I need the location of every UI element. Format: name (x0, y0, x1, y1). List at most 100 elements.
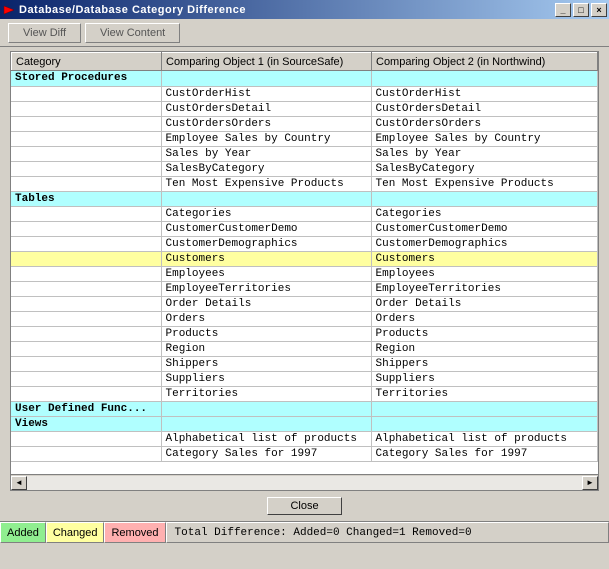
table-row[interactable]: CustomerDemographicsCustomerDemographics (11, 236, 598, 251)
cell-obj1: Region (161, 341, 371, 356)
cell-obj2 (371, 416, 598, 431)
cell-category (11, 86, 161, 101)
table-row[interactable]: CustomerCustomerDemoCustomerCustomerDemo (11, 221, 598, 236)
cell-obj1: Orders (161, 311, 371, 326)
cell-category (11, 101, 161, 116)
cell-obj2: Ten Most Expensive Products (371, 176, 598, 191)
cell-category (11, 206, 161, 221)
cell-category (11, 116, 161, 131)
table-row[interactable]: Alphabetical list of productsAlphabetica… (11, 431, 598, 446)
cell-category (11, 371, 161, 386)
cell-obj1: CustOrderHist (161, 86, 371, 101)
table-row[interactable]: Employee Sales by CountryEmployee Sales … (11, 131, 598, 146)
cell-obj1: Employees (161, 266, 371, 281)
cell-obj2: Category Sales for 1997 (371, 446, 598, 461)
cell-obj2: Orders (371, 311, 598, 326)
cell-obj2: Employees (371, 266, 598, 281)
close-window-button[interactable]: × (591, 3, 607, 17)
table-row[interactable]: Ten Most Expensive ProductsTen Most Expe… (11, 176, 598, 191)
table-row[interactable]: Views (11, 416, 598, 431)
table-row[interactable]: OrdersOrders (11, 311, 598, 326)
table-row[interactable]: RegionRegion (11, 341, 598, 356)
cell-obj2: CustomerDemographics (371, 236, 598, 251)
cell-category (11, 446, 161, 461)
table-header-row: Category Comparing Object 1 (in SourceSa… (12, 53, 598, 71)
cell-obj2: SalesByCategory (371, 161, 598, 176)
view-content-button[interactable]: View Content (85, 23, 180, 43)
table-row[interactable]: ProductsProducts (11, 326, 598, 341)
col-obj2[interactable]: Comparing Object 2 (in Northwind) (372, 53, 598, 71)
cell-obj1: CustOrdersDetail (161, 101, 371, 116)
horizontal-scrollbar[interactable]: ◄ ► (11, 474, 598, 490)
view-diff-button[interactable]: View Diff (8, 23, 81, 43)
cell-obj2: Region (371, 341, 598, 356)
table-row[interactable]: Sales by YearSales by Year (11, 146, 598, 161)
cell-obj2: Shippers (371, 356, 598, 371)
scroll-track[interactable] (27, 476, 582, 490)
cell-obj2: CustOrderHist (371, 86, 598, 101)
table-row[interactable]: CustOrdersDetailCustOrdersDetail (11, 101, 598, 116)
cell-category: Tables (11, 191, 161, 206)
cell-obj1: Employee Sales by Country (161, 131, 371, 146)
table-row[interactable]: CustOrdersOrdersCustOrdersOrders (11, 116, 598, 131)
cell-obj1: CustOrdersOrders (161, 116, 371, 131)
window-title: Database/Database Category Difference (19, 4, 553, 16)
maximize-button[interactable]: □ (573, 3, 589, 17)
legend-changed: Changed (46, 522, 105, 543)
cell-obj2 (371, 191, 598, 206)
col-category[interactable]: Category (12, 53, 162, 71)
cell-category: User Defined Func... (11, 401, 161, 416)
table-row[interactable]: EmployeeTerritoriesEmployeeTerritories (11, 281, 598, 296)
minimize-button[interactable]: _ (555, 3, 571, 17)
cell-category (11, 266, 161, 281)
cell-category (11, 236, 161, 251)
cell-obj2: CustomerCustomerDemo (371, 221, 598, 236)
cell-obj1 (161, 71, 371, 86)
cell-category (11, 311, 161, 326)
legend-removed: Removed (104, 522, 165, 543)
titlebar: Database/Database Category Difference _ … (0, 0, 609, 19)
table-row[interactable]: Stored Procedures (11, 71, 598, 86)
cell-obj1: CustomerCustomerDemo (161, 221, 371, 236)
table-row[interactable]: CategoriesCategories (11, 206, 598, 221)
cell-category (11, 341, 161, 356)
cell-obj1: Ten Most Expensive Products (161, 176, 371, 191)
cell-obj2: Customers (371, 251, 598, 266)
cell-obj2: Territories (371, 386, 598, 401)
cell-obj1: Order Details (161, 296, 371, 311)
table-row[interactable]: Tables (11, 191, 598, 206)
scroll-left-button[interactable]: ◄ (11, 476, 27, 490)
table-row[interactable]: SalesByCategorySalesByCategory (11, 161, 598, 176)
cell-obj1: Categories (161, 206, 371, 221)
cell-category (11, 356, 161, 371)
table-row[interactable]: CustomersCustomers (11, 251, 598, 266)
table-row[interactable]: EmployeesEmployees (11, 266, 598, 281)
diff-table-body: Stored ProceduresCustOrderHistCustOrderH… (11, 71, 598, 461)
cell-obj2: Suppliers (371, 371, 598, 386)
statusbar: Added Changed Removed Total Difference: … (0, 521, 609, 543)
cell-obj2: Order Details (371, 296, 598, 311)
cell-obj1: Sales by Year (161, 146, 371, 161)
scroll-right-button[interactable]: ► (582, 476, 598, 490)
toolbar: View Diff View Content (0, 19, 609, 47)
table-row[interactable]: Category Sales for 1997Category Sales fo… (11, 446, 598, 461)
status-text: Total Difference: Added=0 Changed=1 Remo… (166, 522, 609, 543)
cell-category (11, 131, 161, 146)
cell-obj1 (161, 191, 371, 206)
table-row[interactable]: User Defined Func... (11, 401, 598, 416)
col-obj1[interactable]: Comparing Object 1 (in SourceSafe) (162, 53, 372, 71)
table-row[interactable]: CustOrderHistCustOrderHist (11, 86, 598, 101)
close-button[interactable]: Close (267, 497, 341, 515)
app-icon (2, 3, 16, 17)
legend-added: Added (0, 522, 46, 543)
table-row[interactable]: ShippersShippers (11, 356, 598, 371)
table-row[interactable]: Order DetailsOrder Details (11, 296, 598, 311)
table-row[interactable]: TerritoriesTerritories (11, 386, 598, 401)
table-row[interactable]: SuppliersSuppliers (11, 371, 598, 386)
cell-obj2 (371, 71, 598, 86)
cell-category (11, 251, 161, 266)
cell-obj2: CustOrdersOrders (371, 116, 598, 131)
cell-obj1: Category Sales for 1997 (161, 446, 371, 461)
cell-obj1: Territories (161, 386, 371, 401)
cell-obj1: Products (161, 326, 371, 341)
